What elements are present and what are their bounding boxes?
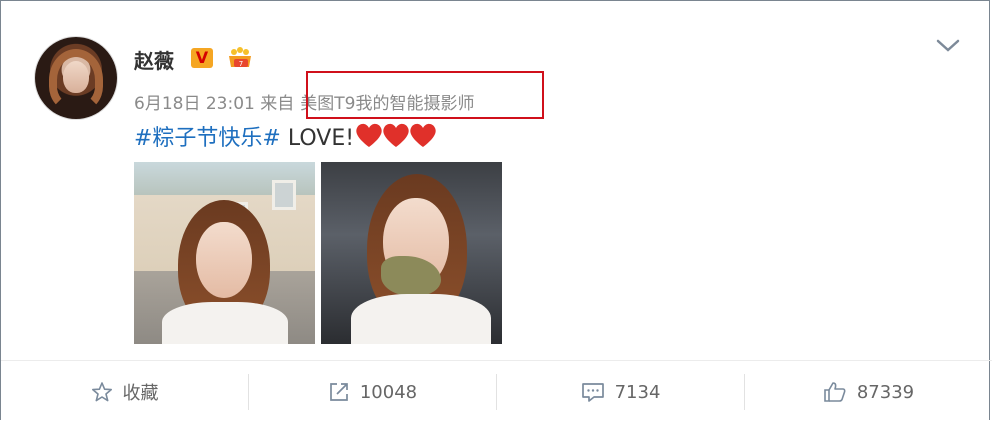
person-shirt [351, 294, 491, 344]
heart-icon [410, 123, 436, 147]
weibo-post-card: 赵薇 V 7 6月18日 23:01 来自 美图T9我的智能摄影师 #粽子节快乐#… [0, 0, 992, 423]
post-photo-1[interactable] [134, 162, 315, 344]
source-highlight-box [306, 71, 544, 119]
comment-button[interactable]: 7134 [497, 361, 744, 423]
post-text: #粽子节快乐# LOVE! [134, 120, 436, 154]
comment-icon [581, 383, 604, 402]
verified-badge-icon: V [191, 48, 213, 68]
share-icon [330, 383, 348, 401]
repost-count: 10048 [359, 381, 418, 403]
avatar-face [63, 61, 89, 93]
person-face [196, 222, 252, 298]
vip-crown-icon[interactable]: 7 [225, 47, 255, 71]
like-button[interactable]: 87339 [745, 361, 992, 423]
favorite-button[interactable]: 收藏 [1, 361, 248, 423]
post-photo-2[interactable] [321, 162, 502, 344]
post-body-text: LOVE! [280, 126, 355, 151]
comment-count: 7134 [614, 381, 661, 403]
svg-text:7: 7 [239, 60, 243, 68]
post-date[interactable]: 6月18日 23:01 [134, 94, 255, 114]
repost-button[interactable]: 10048 [249, 361, 496, 423]
building-window [272, 180, 296, 210]
username[interactable]: 赵薇 [134, 45, 174, 74]
from-label: 来自 [260, 94, 295, 114]
thumbs-up-icon [824, 382, 846, 402]
heart-icon [356, 123, 382, 147]
like-count: 87339 [856, 381, 915, 403]
person-shirt [162, 302, 288, 344]
favorite-label: 收藏 [122, 383, 159, 404]
chevron-down-icon[interactable] [935, 37, 961, 55]
star-icon [91, 382, 112, 402]
heart-icon [383, 123, 409, 147]
avatar[interactable] [35, 37, 117, 119]
hearts-emoji [354, 122, 436, 154]
hashtag-link[interactable]: #粽子节快乐# [134, 126, 281, 151]
